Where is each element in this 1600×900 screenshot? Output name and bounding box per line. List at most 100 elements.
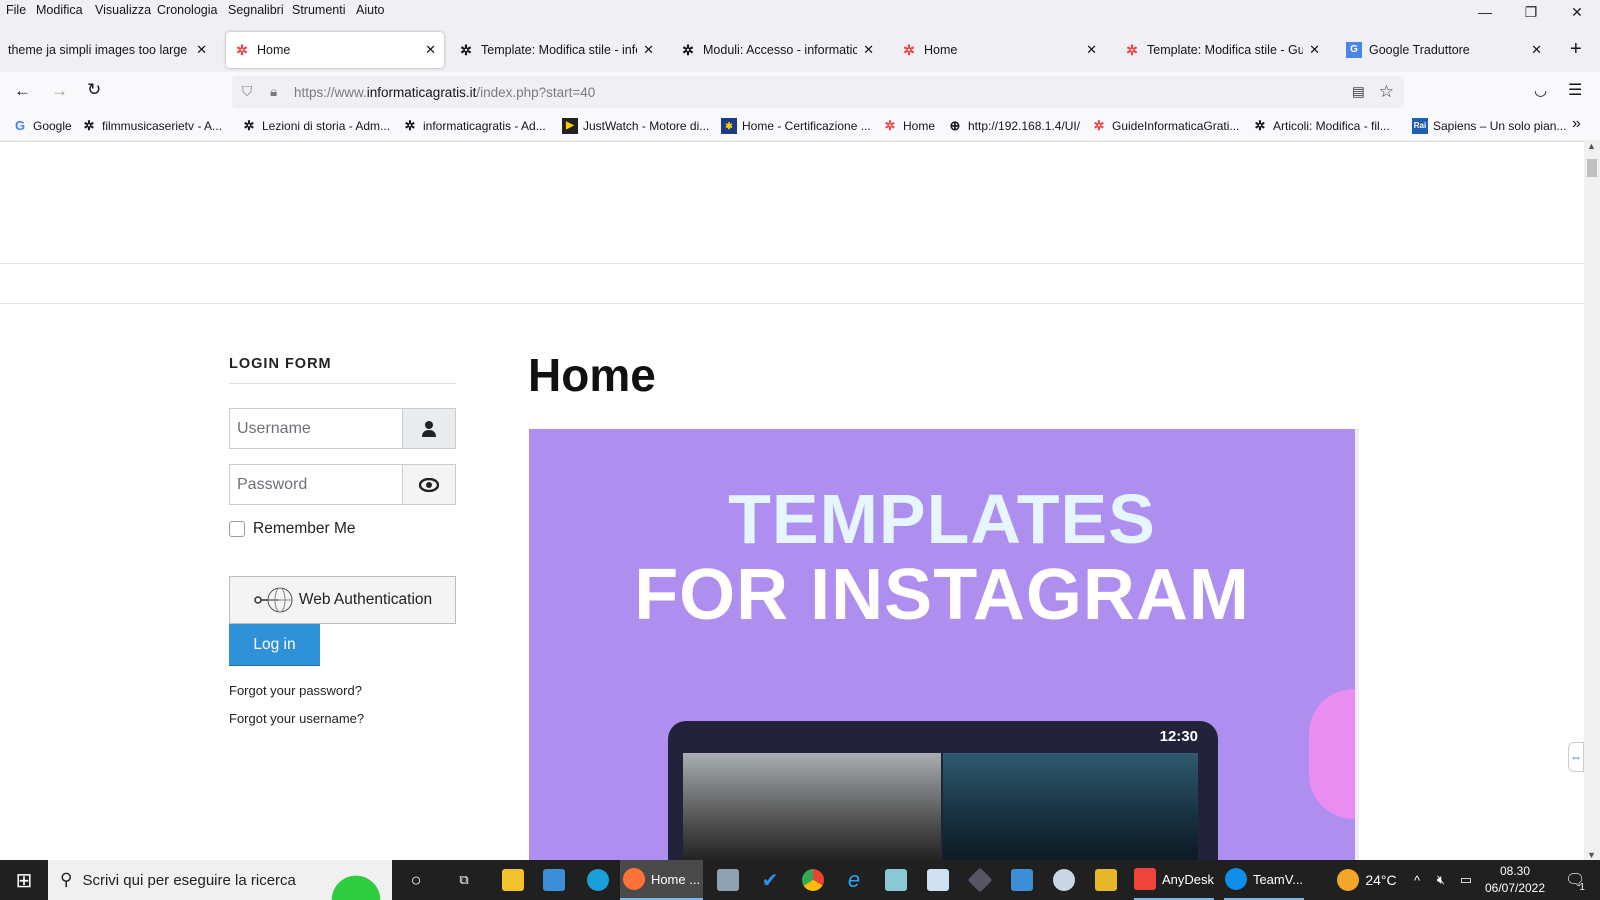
notepad-icon[interactable]: [880, 860, 912, 900]
taskbar-anydesk[interactable]: AnyDesk: [1134, 860, 1214, 900]
forward-icon[interactable]: →: [51, 81, 68, 101]
file-explorer-icon[interactable]: [497, 860, 529, 900]
close-tab-icon[interactable]: ✕: [1531, 42, 1542, 58]
search-box[interactable]: ⚲ Scrivi qui per eseguire la ricerca: [48, 860, 392, 900]
password-field[interactable]: Password: [229, 464, 456, 505]
menu-file[interactable]: File: [6, 3, 26, 17]
bookmark[interactable]: ✲ informaticagratis - Ad...: [402, 118, 546, 134]
close-tab-icon[interactable]: ✕: [1086, 42, 1097, 58]
bookmark-star-icon[interactable]: ☆: [1379, 82, 1394, 102]
tab[interactable]: ✲ Moduli: Accesso - informaticag ✕: [672, 32, 882, 68]
clock[interactable]: 08.30 06/07/2022: [1480, 860, 1550, 900]
notifications-icon[interactable]: 🗨︎ 1: [1560, 860, 1590, 900]
hamburger-menu-icon[interactable]: ☰: [1568, 80, 1582, 100]
login-button[interactable]: Log in: [229, 624, 320, 666]
tab[interactable]: ✲ Template: Modifica stile - inform ✕: [450, 32, 662, 68]
tab-active[interactable]: ✲ Home ✕: [226, 32, 444, 68]
pocket-icon[interactable]: ◡: [1534, 81, 1547, 99]
forgot-password-link[interactable]: Forgot your password?: [229, 683, 362, 698]
more-bookmarks-icon[interactable]: »: [1572, 115, 1581, 133]
close-tab-icon[interactable]: ✕: [425, 42, 436, 58]
bookmark[interactable]: G Google: [12, 118, 72, 134]
menu-visualizza[interactable]: Visualizza: [95, 3, 151, 17]
calculator-icon[interactable]: [712, 860, 744, 900]
web-authentication-button[interactable]: Web Authentication: [229, 576, 456, 624]
taskbar-firefox[interactable]: Home ...: [620, 860, 703, 900]
tab[interactable]: theme ja simpli images too large - S ✕: [0, 32, 215, 68]
windows-start-icon[interactable]: ⊞: [0, 860, 48, 900]
tab[interactable]: ✲ Template: Modifica stile - Guide ✕: [1116, 32, 1328, 68]
back-icon[interactable]: ←: [14, 81, 31, 101]
volume-muted-icon[interactable]: 🔇︎: [1430, 860, 1452, 900]
page-content: LOGIN FORM Username Password Remember Me…: [0, 141, 1584, 860]
taskbar-teamviewer[interactable]: TeamV...: [1224, 860, 1304, 900]
weather-widget[interactable]: 24°C: [1332, 860, 1402, 900]
chrome-icon[interactable]: [797, 860, 829, 900]
bookmark[interactable]: ⊕ http://192.168.1.4/UI/: [947, 118, 1081, 134]
tab-title: theme ja simpli images too large - S: [8, 43, 191, 57]
menu-segnalibri[interactable]: Segnalibri: [228, 3, 284, 17]
bookmark[interactable]: ✲ Articoli: Modifica - fil...: [1252, 118, 1390, 134]
username-input[interactable]: Username: [230, 409, 402, 448]
cortana-icon[interactable]: ○: [400, 860, 432, 900]
menu-strumenti[interactable]: Strumenti: [292, 3, 346, 17]
network-app-icon[interactable]: [538, 860, 570, 900]
webauthn-key-icon: [254, 587, 293, 613]
forgot-username-link[interactable]: Forgot your username?: [229, 711, 364, 726]
hd-app-icon[interactable]: [1090, 860, 1122, 900]
close-window-button[interactable]: ✕: [1562, 4, 1592, 21]
close-tab-icon[interactable]: ✕: [863, 42, 874, 58]
internet-explorer-icon[interactable]: e: [838, 860, 870, 900]
tab[interactable]: G Google Traduttore ✕: [1338, 32, 1550, 68]
taskbar: ⊞ ⚲ Scrivi qui per eseguire la ricerca ○ …: [0, 860, 1600, 900]
restore-button[interactable]: ❐: [1516, 4, 1546, 21]
password-input[interactable]: Password: [230, 465, 402, 504]
search-highlight-icon: [326, 868, 386, 900]
menu-modifica[interactable]: Modifica: [36, 3, 83, 17]
teamviewer-side-icon[interactable]: ⇔: [1568, 742, 1584, 772]
scrollbar[interactable]: ▲ ▼: [1584, 141, 1600, 860]
wordpad-icon[interactable]: [922, 860, 954, 900]
username-field[interactable]: Username: [229, 408, 456, 449]
close-tab-icon[interactable]: ✕: [196, 42, 207, 58]
edge-icon[interactable]: [581, 860, 615, 900]
reader-view-icon[interactable]: ▤: [1352, 84, 1365, 100]
reload-icon[interactable]: ↻: [87, 80, 101, 100]
image-text-line1: TEMPLATES: [728, 480, 1156, 558]
menu-aiuto[interactable]: Aiuto: [356, 3, 385, 17]
decor-blob: [1309, 689, 1355, 819]
scrollbar-thumb[interactable]: [1587, 159, 1597, 177]
new-tab-button[interactable]: +: [1570, 38, 1582, 61]
url-bar[interactable]: ⛉ 🔒︎ https://www.informaticagratis.it/in…: [232, 76, 1404, 108]
show-password-button[interactable]: [402, 465, 455, 504]
bookmark[interactable]: ✲ filmmusicaserietv - A...: [81, 118, 222, 134]
tab-title: Google Traduttore: [1369, 43, 1470, 57]
bookmark[interactable]: ✲ GuideInformaticaGrati...: [1091, 118, 1240, 134]
bookmark[interactable]: ▶ JustWatch - Motore di...: [562, 118, 709, 134]
search-icon: ⚲: [60, 870, 73, 889]
joomla-icon: ✲: [682, 42, 694, 58]
bookmark[interactable]: ✲ Lezioni di storia - Adm...: [241, 118, 391, 134]
tray-chevron-icon[interactable]: ^: [1408, 860, 1426, 900]
bookmark[interactable]: ✱ Home - Certificazione ...: [721, 118, 871, 134]
firefox-label: Home ...: [650, 871, 701, 887]
paint-icon[interactable]: [1048, 860, 1080, 900]
remember-me-label[interactable]: Remember Me: [253, 520, 356, 538]
bookmark[interactable]: Rai Sapiens – Un solo pian...: [1412, 118, 1566, 134]
control-panel-icon[interactable]: [1006, 860, 1038, 900]
app-icon[interactable]: [964, 860, 996, 900]
close-tab-icon[interactable]: ✕: [643, 42, 654, 58]
todo-icon[interactable]: ✔: [754, 860, 786, 900]
close-tab-icon[interactable]: ✕: [1309, 42, 1320, 58]
network-icon[interactable]: ▭: [1455, 860, 1477, 900]
menu-cronologia[interactable]: Cronologia: [157, 3, 217, 17]
tab[interactable]: ✲ Home ✕: [893, 32, 1105, 68]
bookmark[interactable]: ✲ Home: [882, 118, 935, 134]
divider: [0, 303, 1584, 304]
minimize-button[interactable]: —: [1470, 4, 1500, 20]
phone-photo-after: [943, 753, 1198, 860]
scroll-up-icon[interactable]: ▲: [1587, 141, 1596, 151]
scroll-down-icon[interactable]: ▼: [1587, 850, 1596, 860]
remember-me-checkbox[interactable]: [229, 521, 245, 537]
task-view-icon[interactable]: ⧉: [448, 860, 480, 900]
